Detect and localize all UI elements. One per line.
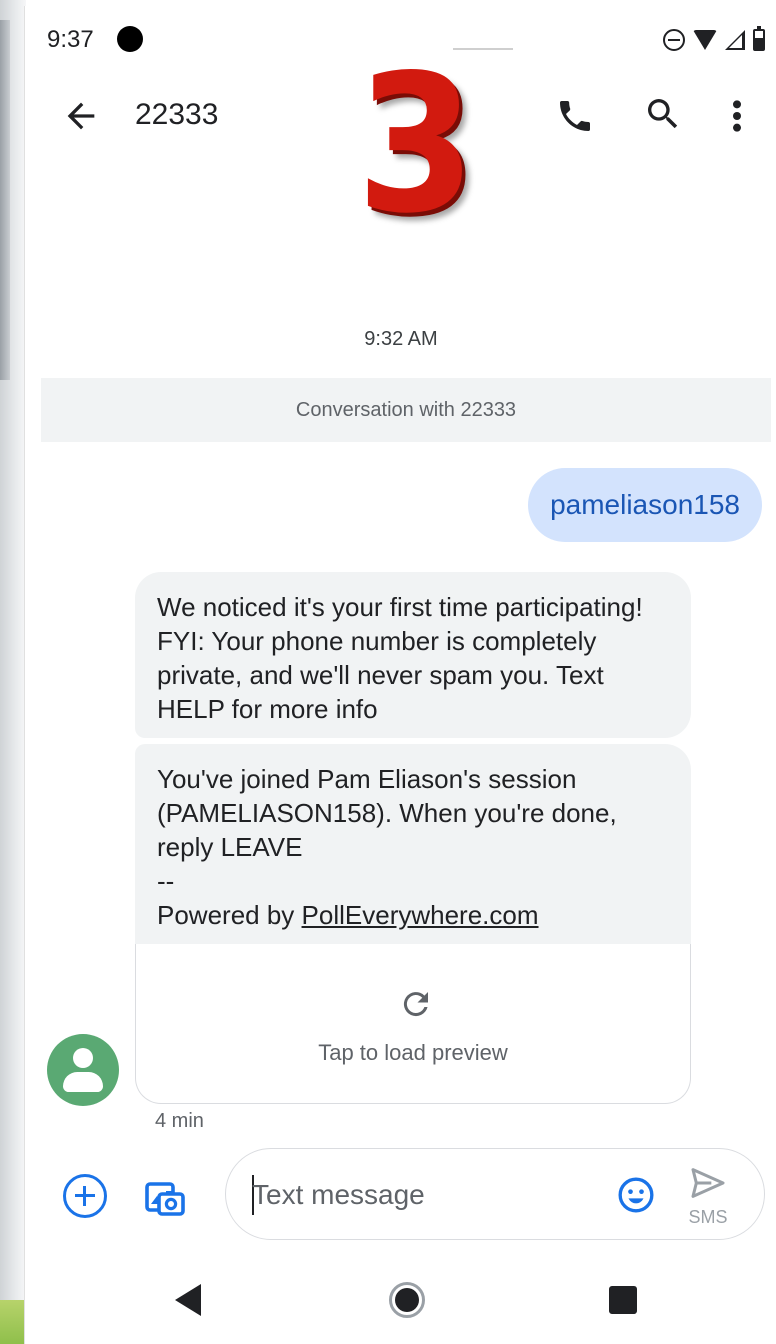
phone-screen: 9:37 22333 3 9:32 AM Conversation with 2… (24, 6, 776, 1344)
conversation-banner-text: Conversation with 22333 (295, 398, 517, 421)
conversation-title: 22333 (135, 98, 219, 131)
step-number-overlay: 3 (356, 34, 476, 255)
device-bezel (0, 0, 26, 1344)
back-arrow-icon[interactable] (61, 96, 101, 136)
incoming-message-with-preview[interactable]: You've joined Pam Eliason's session (PAM… (135, 744, 691, 1104)
gallery-camera-icon[interactable] (141, 1172, 189, 1220)
send-icon (691, 1168, 725, 1198)
outgoing-message[interactable]: pameliason158 (528, 468, 762, 542)
contact-avatar[interactable] (47, 1034, 119, 1106)
status-time: 9:37 (47, 26, 94, 53)
tap-to-load-preview-label: Tap to load preview (318, 1040, 508, 1065)
bezel-shadow (0, 20, 10, 380)
person-icon (73, 1048, 93, 1068)
nav-back-icon[interactable] (175, 1284, 201, 1316)
incoming-message[interactable]: We noticed it's your first time particip… (135, 572, 691, 738)
pollEverywhere-link[interactable]: PollEverywhere.com (302, 900, 539, 930)
system-nav-bar (25, 1262, 776, 1344)
message-input[interactable]: Text message SMS (225, 1148, 765, 1240)
more-options-icon[interactable] (725, 96, 749, 136)
incoming-message-text: You've joined Pam Eliason's session (PAM… (157, 764, 617, 862)
message-input-placeholder: Text message (252, 1179, 425, 1210)
incoming-message-body: You've joined Pam Eliason's session (PAM… (135, 744, 691, 944)
battery-icon (753, 26, 765, 51)
message-time-ago: 4 min (155, 1110, 204, 1132)
reload-icon (403, 992, 428, 1017)
signal-icon (725, 30, 745, 50)
status-icons (663, 26, 765, 54)
nav-home-icon[interactable] (389, 1282, 425, 1318)
signature-separator: -- (157, 866, 175, 896)
do-not-disturb-icon (663, 29, 685, 51)
nav-recents-icon[interactable] (609, 1286, 637, 1314)
conversation-banner: Conversation with 22333 (41, 378, 771, 442)
wifi-icon (693, 30, 717, 50)
search-icon[interactable] (643, 94, 683, 134)
bezel-accent (0, 1300, 26, 1344)
add-attachment-button[interactable] (63, 1174, 107, 1218)
powered-by-line: Powered by PollEverywhere.com (157, 898, 669, 932)
incoming-message-text: We noticed it's your first time particip… (157, 592, 643, 724)
camera-dot-icon (117, 26, 143, 52)
powered-by-label: Powered by (157, 900, 302, 930)
link-preview-card[interactable]: Tap to load preview (135, 944, 691, 1104)
conversation-timestamp: 9:32 AM (364, 328, 438, 350)
phone-icon[interactable] (555, 96, 595, 136)
emoji-icon[interactable] (616, 1175, 656, 1215)
send-sms-label: SMS (688, 1207, 728, 1227)
person-icon-body (63, 1072, 103, 1092)
send-sms-button[interactable]: SMS (682, 1163, 734, 1227)
outgoing-message-text: pameliason158 (550, 489, 740, 520)
